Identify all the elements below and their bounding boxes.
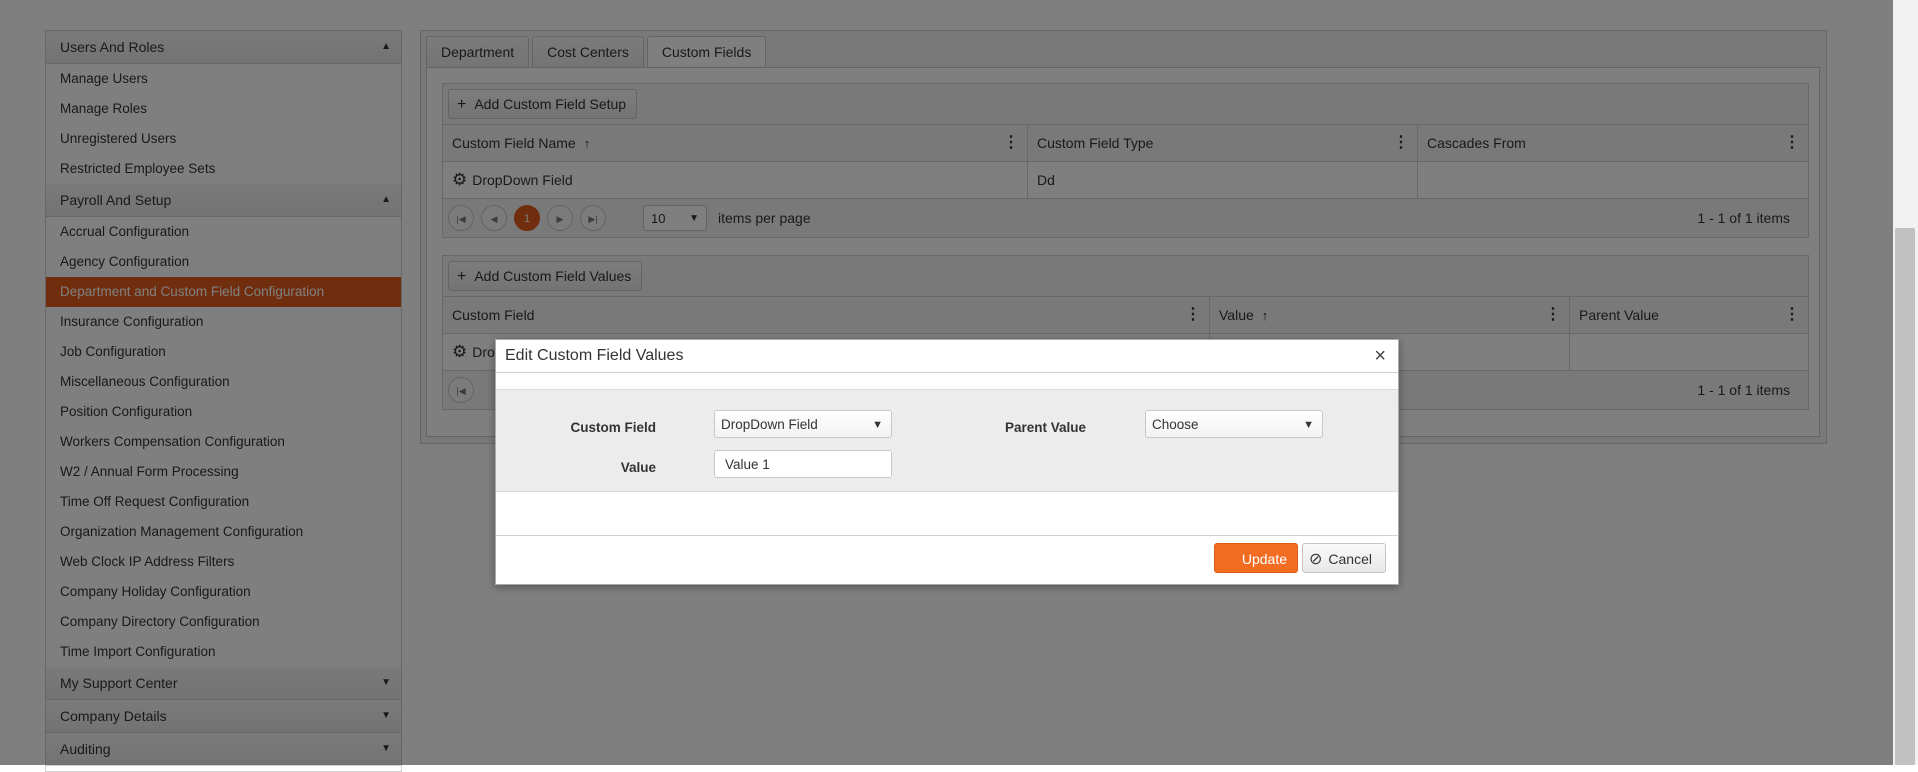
edit-custom-field-values-dialog: Edit Custom Field Values × Custom Field … (495, 339, 1399, 585)
parent-value-label: Parent Value (1004, 420, 1086, 435)
cancel-button[interactable]: ⊘ Cancel (1302, 543, 1386, 573)
select-value: DropDown Field (721, 417, 818, 432)
dialog-form: Custom Field DropDown Field ▼ Parent Val… (496, 389, 1398, 492)
divider (496, 535, 1398, 536)
button-label: Cancel (1328, 551, 1372, 567)
chevron-down-icon: ▼ (1303, 419, 1314, 431)
dialog-title: Edit Custom Field Values (505, 347, 684, 364)
select-value: Choose (1152, 417, 1199, 432)
parent-value-select[interactable]: Choose ▼ (1145, 410, 1323, 438)
custom-field-label: Custom Field (570, 420, 656, 435)
custom-field-select[interactable]: DropDown Field ▼ (714, 410, 892, 438)
cancel-icon: ⊘ (1309, 551, 1323, 568)
chevron-down-icon: ▼ (872, 419, 883, 431)
close-icon[interactable]: × (1374, 340, 1386, 372)
update-button[interactable]: Update (1214, 543, 1298, 573)
value-input[interactable] (714, 450, 892, 478)
scrollbar-thumb[interactable] (1895, 228, 1915, 765)
value-label: Value (620, 460, 656, 475)
dialog-titlebar: Edit Custom Field Values × (496, 340, 1398, 373)
page: Users And Roles ▲ Manage Users Manage Ro… (0, 0, 1918, 772)
